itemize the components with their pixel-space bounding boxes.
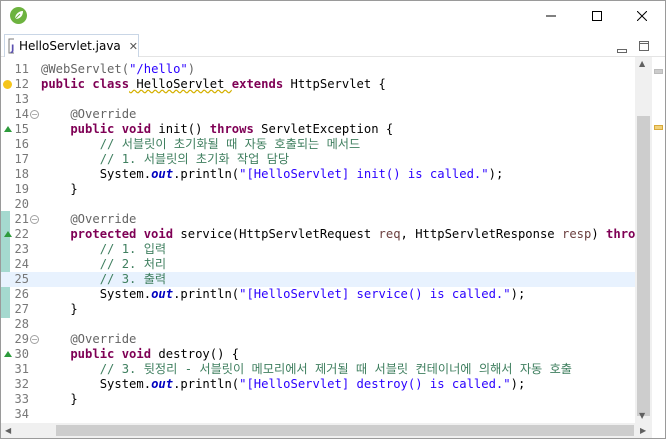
code-line-28[interactable]: 28 xyxy=(1,317,635,332)
line-number: 22 xyxy=(14,227,29,241)
line-number: 16 xyxy=(14,137,29,151)
horizontal-scrollbar[interactable]: ◀ ▶ xyxy=(1,423,652,438)
minimize-window-button[interactable] xyxy=(528,1,574,31)
line-number: 26 xyxy=(14,287,29,301)
line-number: 25 xyxy=(14,272,29,286)
close-icon xyxy=(637,11,647,21)
code-line-16[interactable]: 16 // 서블릿이 초기화될 때 자동 호출되는 메서드 xyxy=(1,137,635,152)
line-number: 30 xyxy=(14,347,29,361)
code-line-12[interactable]: 12 public class HelloServlet extends Htt… xyxy=(1,77,635,92)
line-number: 34 xyxy=(14,407,29,421)
line-number: 29 xyxy=(14,332,29,346)
editor-maximize-button[interactable] xyxy=(638,37,650,51)
line-number: 23 xyxy=(14,242,29,256)
line-number: 27 xyxy=(14,302,29,316)
code-line-30[interactable]: 30 public void destroy() { xyxy=(1,347,635,362)
editor-tab-bar: J HelloServlet.java ✕ xyxy=(1,31,665,57)
tab-helloservlet-java[interactable]: J HelloServlet.java ✕ xyxy=(4,34,139,57)
fold-toggle-icon[interactable]: − xyxy=(30,335,39,344)
code-line-23[interactable]: 23 // 1. 입력 xyxy=(1,242,635,257)
vertical-scroll-thumb[interactable] xyxy=(637,116,650,416)
line-number: 12 xyxy=(14,77,29,91)
editor-window: J HelloServlet.java ✕ 11 @WebServlet("/h… xyxy=(0,0,666,439)
code-line-11[interactable]: 11 @WebServlet("/hello") xyxy=(1,62,635,77)
close-icon[interactable]: ✕ xyxy=(129,40,138,53)
warning-marker-icon[interactable] xyxy=(654,125,663,130)
code-line-13[interactable]: 13 xyxy=(1,92,635,107)
code-line-15[interactable]: 15 public void init() throws ServletExce… xyxy=(1,122,635,137)
code-line-31[interactable]: 31 // 3. 뒷정리 - 서블릿이 메모리에서 제거될 때 서블릿 컨테이너… xyxy=(1,362,635,377)
line-number: 19 xyxy=(14,182,29,196)
overview-ruler[interactable] xyxy=(652,57,665,423)
maximize-icon xyxy=(639,41,649,51)
code-line-33[interactable]: 33 } xyxy=(1,392,635,407)
horizontal-scroll-thumb[interactable] xyxy=(56,425,634,436)
fold-toggle-icon[interactable]: − xyxy=(30,110,39,119)
line-number: 13 xyxy=(14,92,29,106)
scroll-left-icon[interactable]: ◀ xyxy=(5,426,11,435)
close-window-button[interactable] xyxy=(619,1,665,31)
minimize-icon xyxy=(546,15,556,17)
line-number: 32 xyxy=(14,377,29,391)
title-bar[interactable] xyxy=(1,1,665,31)
code-line-26[interactable]: 26 System.out.println("[HelloServlet] se… xyxy=(1,287,635,302)
scroll-down-icon[interactable]: ▼ xyxy=(639,411,645,420)
code-line-21[interactable]: 21 − @Override xyxy=(1,212,635,227)
line-number: 15 xyxy=(14,122,29,136)
line-number: 17 xyxy=(14,152,29,166)
spring-leaf-icon xyxy=(10,7,27,24)
code-line-34[interactable]: 34 xyxy=(1,407,635,422)
minimize-icon xyxy=(617,49,627,53)
line-number: 33 xyxy=(14,392,29,406)
maximize-window-button[interactable] xyxy=(574,1,620,31)
line-number: 11 xyxy=(14,62,29,76)
code-line-20[interactable]: 20 xyxy=(1,197,635,212)
line-number: 20 xyxy=(14,197,29,211)
maximize-icon xyxy=(592,11,602,21)
code-line-19[interactable]: 19 } xyxy=(1,182,635,197)
code-line-22[interactable]: 22 protected void service(HttpServletReq… xyxy=(1,227,635,242)
code-line-25[interactable]: 25 // 3. 출력 xyxy=(1,272,635,287)
code-line-24[interactable]: 24 // 2. 처리 xyxy=(1,257,635,272)
line-number: 14 xyxy=(14,107,29,121)
code-line-14[interactable]: 14 − @Override xyxy=(1,107,635,122)
line-number: 28 xyxy=(14,317,29,331)
code-line-29[interactable]: 29 − @Override xyxy=(1,332,635,347)
java-file-icon: J xyxy=(8,38,14,54)
editor-minimize-button[interactable] xyxy=(616,39,628,53)
code-line-32[interactable]: 32 System.out.println("[HelloServlet] de… xyxy=(1,377,635,392)
line-number: 21 xyxy=(14,212,29,226)
code-line-17[interactable]: 17 // 1. 서블릿의 초기화 작업 담당 xyxy=(1,152,635,167)
scroll-up-icon[interactable]: ▲ xyxy=(639,59,645,68)
code-line-27[interactable]: 27 } xyxy=(1,302,635,317)
line-number: 31 xyxy=(14,362,29,376)
tab-label: HelloServlet.java xyxy=(18,39,121,53)
svg-text:J: J xyxy=(10,44,14,54)
vertical-scrollbar[interactable]: ▲ ▼ xyxy=(635,57,652,423)
code-editor[interactable]: 11 @WebServlet("/hello") 12 public class… xyxy=(1,57,635,423)
scroll-right-icon[interactable]: ▶ xyxy=(640,426,646,435)
overview-summary-icon[interactable] xyxy=(654,69,663,74)
line-number: 24 xyxy=(14,257,29,271)
line-number: 18 xyxy=(14,167,29,181)
fold-toggle-icon[interactable]: − xyxy=(30,215,39,224)
code-line-18[interactable]: 18 System.out.println("[HelloServlet] in… xyxy=(1,167,635,182)
